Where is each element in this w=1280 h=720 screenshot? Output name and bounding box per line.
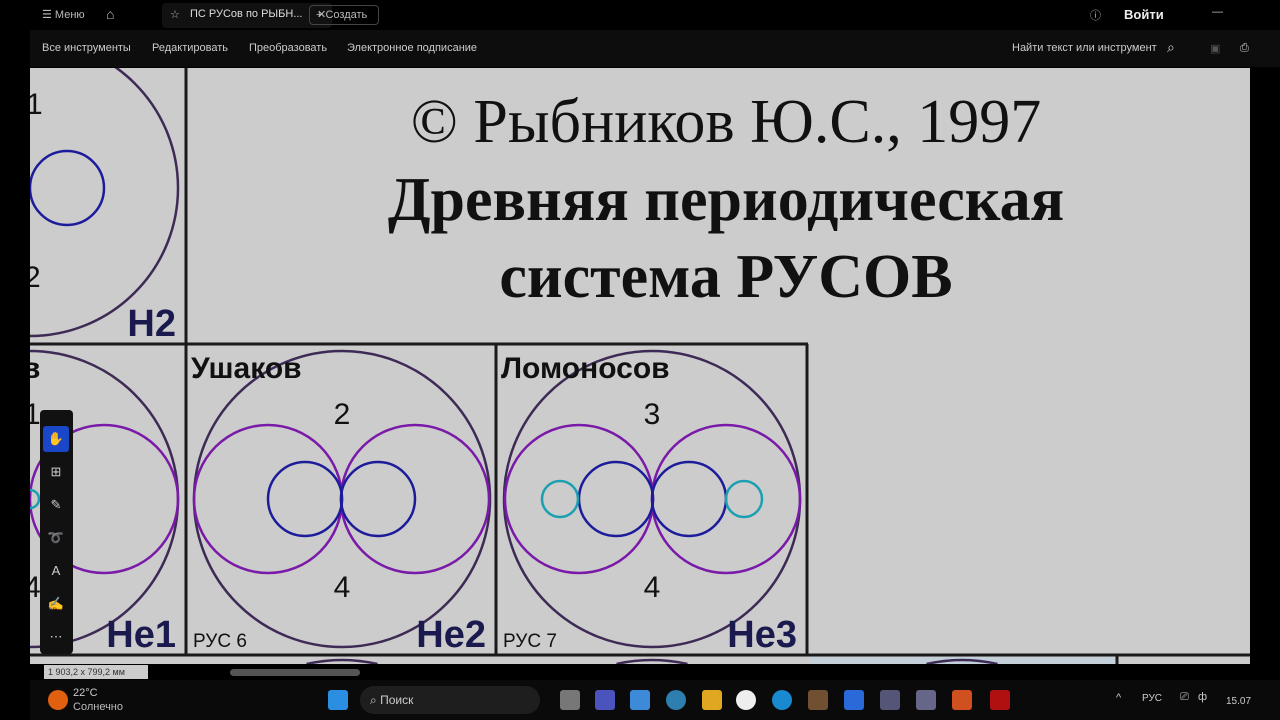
snipping-tool-icon[interactable]	[916, 690, 936, 710]
create-label: Создать	[325, 9, 368, 21]
save-icon[interactable]: ▣	[1210, 42, 1220, 55]
search-label: Поиск	[380, 693, 414, 707]
minimize-button[interactable]: —	[1212, 6, 1223, 18]
rus-number: РУС 6	[193, 631, 247, 652]
tab-title: ПС РУСов по РЫБН...	[190, 8, 303, 20]
yandex-browser-icon[interactable]	[736, 690, 756, 710]
clock[interactable]: 15.07	[1226, 696, 1251, 707]
shell-number: 4	[334, 571, 351, 604]
home-icon[interactable]: ⌂	[106, 6, 114, 22]
small-orbit	[540, 479, 580, 519]
search-icon[interactable]: ⌕	[1167, 39, 1175, 56]
temperature: 22°C	[73, 687, 98, 699]
inner-orbit	[30, 149, 106, 227]
shell-number: 2	[30, 261, 41, 294]
language-indicator[interactable]: РУС	[1142, 693, 1162, 704]
inner-orbit	[650, 460, 728, 538]
page-dimensions: 1 903,2 x 799,2 мм	[44, 665, 148, 679]
shell-number: 2	[334, 398, 351, 431]
find-text-button[interactable]: Найти текст или инструмент	[1012, 42, 1157, 54]
menu-label: Меню	[54, 9, 85, 21]
taskbar: 22°C Солнечно ⌕ Поиск ^ РУС ⎚ ф 15.07	[30, 680, 1280, 720]
outer-shell	[30, 68, 180, 338]
horizontal-scrollbar[interactable]	[230, 669, 360, 676]
tool-e-sign[interactable]: Электронное подписание	[347, 42, 477, 54]
inner-orbit	[339, 460, 417, 538]
tray-chevron-icon[interactable]: ^	[1116, 692, 1121, 704]
teams-icon[interactable]	[595, 690, 615, 710]
author-line: © Рыбников Ю.С., 1997	[411, 88, 1041, 156]
cell-name: в	[30, 352, 40, 385]
title-bar: ☰ Меню ⌂ ☆ ПС РУСов по РЫБН... ✕ + Созда…	[30, 0, 1280, 30]
print-icon[interactable]: ⎙	[1240, 42, 1249, 55]
network-icon[interactable]: ⎚	[1180, 691, 1189, 704]
login-button[interactable]: Войти	[1124, 7, 1164, 22]
document-tab[interactable]: ☆ ПС РУСов по РЫБН... ✕	[162, 3, 332, 28]
photos-icon[interactable]	[808, 690, 828, 710]
element-symbol: He3	[727, 614, 797, 656]
text-box-icon[interactable]: A	[43, 558, 69, 584]
weather-text: Солнечно	[73, 701, 123, 713]
shell-number: 1	[30, 88, 43, 121]
windows-start-icon[interactable]	[328, 690, 348, 710]
periodic-table-page: © Рыбников Ю.С., 1997 Древняя периодичес…	[30, 68, 1250, 664]
edge-icon[interactable]	[772, 690, 792, 710]
document-page: © Рыбников Ю.С., 1997 Древняя периодичес…	[30, 68, 1250, 664]
cell-name: Ушаков	[191, 352, 302, 385]
inner-orbit	[266, 460, 344, 538]
floating-tools: ✋ ⊞ ✎ ➰ A ✍ ⋯	[40, 410, 73, 654]
tool-convert[interactable]: Преобразовать	[249, 42, 327, 54]
add-comment-icon[interactable]: ⊞	[43, 459, 69, 485]
title-line-2: система РУСОВ	[499, 243, 952, 311]
shell-number: 3	[644, 398, 661, 431]
acrobat-icon[interactable]	[990, 690, 1010, 710]
menu-button[interactable]: ☰ Меню	[42, 8, 85, 21]
star-icon[interactable]: ☆	[170, 8, 180, 21]
calendar-icon[interactable]	[844, 690, 864, 710]
help-icon[interactable]: ⓘ	[1090, 7, 1101, 23]
draw-icon[interactable]: ➰	[43, 525, 69, 551]
tools-toolbar: Все инструменты Редактировать Преобразов…	[30, 30, 1280, 67]
calculator-icon[interactable]	[880, 690, 900, 710]
cell-name: Ломоносов	[501, 352, 670, 385]
tool-all-tools[interactable]: Все инструменты	[42, 42, 131, 54]
title-line-1: Древняя периодическая	[388, 166, 1064, 234]
more-icon[interactable]: ⋯	[43, 624, 69, 650]
file-explorer-icon[interactable]	[702, 690, 722, 710]
notepad-icon[interactable]	[630, 690, 650, 710]
element-symbol: He1	[106, 614, 176, 656]
create-button[interactable]: + Создать	[309, 5, 379, 25]
hand-tool-icon[interactable]: ✋	[43, 426, 69, 452]
rus-number: РУС 7	[503, 631, 557, 652]
powerpoint-icon[interactable]	[952, 690, 972, 710]
status-bar: 1 903,2 x 799,2 мм	[30, 664, 1250, 680]
tool-edit[interactable]: Редактировать	[152, 42, 228, 54]
sign-icon[interactable]: ✍	[43, 591, 69, 617]
element-symbol: H2	[127, 303, 176, 345]
element-symbol: He2	[416, 614, 486, 656]
right-edge	[1250, 68, 1280, 680]
taskbar-search[interactable]: ⌕ Поиск	[360, 686, 540, 714]
shell-number: 4	[644, 571, 661, 604]
task-view-icon[interactable]	[560, 690, 580, 710]
volume-icon[interactable]: ф	[1198, 691, 1207, 703]
highlighter-icon[interactable]: ✎	[43, 492, 69, 518]
weather-sun-icon[interactable]	[48, 690, 68, 710]
inner-orbit	[577, 460, 655, 538]
browser-icon[interactable]	[666, 690, 686, 710]
small-orbit	[724, 479, 764, 519]
